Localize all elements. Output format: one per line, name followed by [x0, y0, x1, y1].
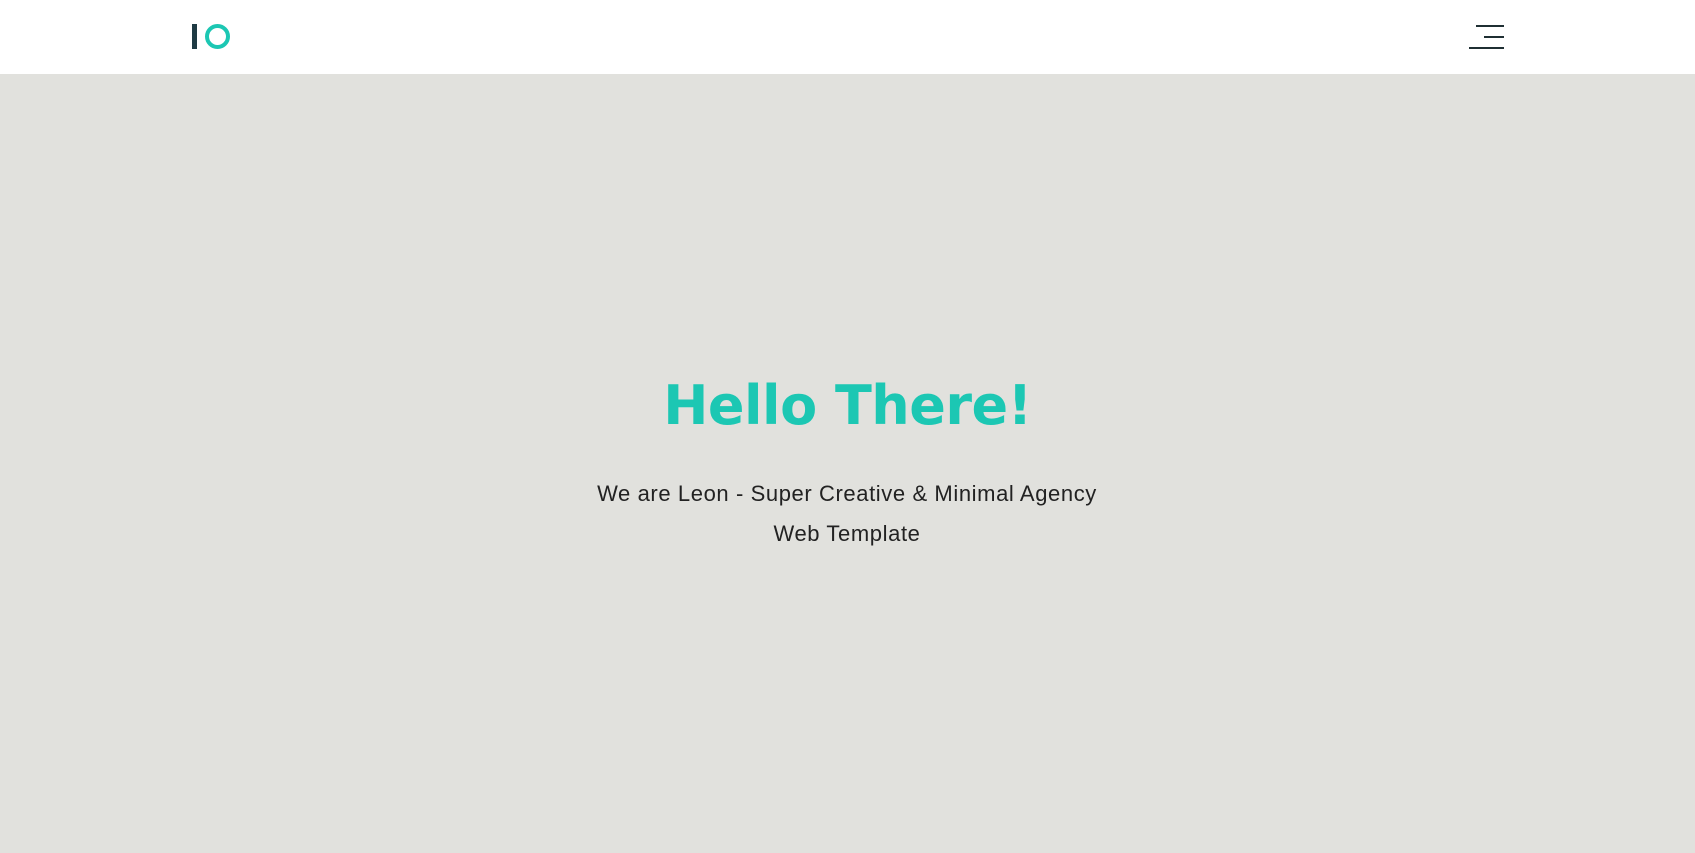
logo-link[interactable]	[192, 22, 232, 50]
site-header	[0, 0, 1695, 74]
menu-line-bottom	[1469, 47, 1504, 49]
logo-bar-icon	[192, 23, 197, 49]
logo-ring-icon	[205, 23, 230, 49]
menu-line-middle	[1484, 36, 1504, 38]
hero-subtitle: We are Leon - Super Creative & Minimal A…	[597, 481, 1097, 546]
menu-line-top	[1476, 25, 1504, 27]
hero-section: Hello There! We are Leon - Super Creativ…	[0, 74, 1695, 853]
hamburger-menu-icon[interactable]	[1466, 22, 1504, 52]
hero-title: Hello There!	[663, 374, 1032, 437]
